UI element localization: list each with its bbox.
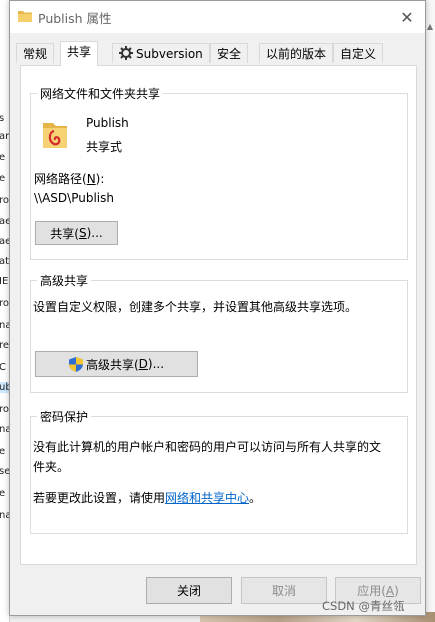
tab-general[interactable]: 常规 <box>16 43 55 63</box>
tab-previous-versions[interactable]: 以前的版本 <box>259 43 334 63</box>
button-text: ) <box>394 583 399 598</box>
password-description-line1: 没有此计算机的用户帐户和密码的用户可以访问与所有人共享的文 <box>33 440 382 454</box>
background-text-fragment: ro <box>0 298 10 309</box>
tab-sharing[interactable]: 共享 <box>60 41 99 66</box>
background-text-fragment: e <box>0 446 5 457</box>
background-text-fragment: IE <box>0 276 9 287</box>
accelerator-key: N <box>86 172 96 186</box>
accelerator-key: D <box>138 357 148 371</box>
background-text-fragment: re <box>0 340 10 351</box>
text: 若要更改此设置，请使用 <box>33 491 166 505</box>
title-bar: Publish 属性 ✕ <box>10 1 425 33</box>
tab-customize[interactable]: 自定义 <box>333 43 384 63</box>
tab-subversion[interactable]: Subversion <box>112 43 210 63</box>
label-text: ): <box>95 172 105 186</box>
advanced-share-group: 高级共享 设置自定义权限，创建多个共享，并设置其他高级共享选项。 高级共享(D)… <box>30 272 408 393</box>
background-text-fragment: C <box>0 362 6 373</box>
background-text-fragment: e <box>0 152 5 163</box>
network-path-value: \\ASD\Publish <box>34 191 114 205</box>
folder-status: 共享式 <box>86 140 123 154</box>
accelerator-key: A <box>385 583 395 598</box>
accelerator-key: S <box>78 226 87 240</box>
background-text-fragment: ro <box>0 195 10 206</box>
network-sharing-center-link[interactable]: 网络和共享中心 <box>165 491 249 505</box>
folder-icon <box>18 11 32 22</box>
tab-label: 常规 <box>23 47 48 61</box>
close-button[interactable]: ✕ <box>389 1 425 33</box>
button-text: 取消 <box>271 584 296 598</box>
button-text: )... <box>86 226 103 240</box>
background-text-fragment: e <box>0 173 5 184</box>
shared-folder-icon <box>43 123 67 148</box>
password-description-line2: 件夹。 <box>33 460 70 474</box>
advanced-share-button[interactable]: 高级共享(D)... <box>35 351 198 377</box>
button-text: 共享( <box>50 226 79 241</box>
close-dialog-button[interactable]: 关闭 <box>146 577 232 604</box>
scroll-up-icon: ▲ <box>426 22 434 31</box>
group-title: 网络文件和文件夹共享 <box>37 85 164 102</box>
tab-label: 自定义 <box>340 47 377 61</box>
button-text: )... <box>147 357 165 371</box>
tab-label: 共享 <box>67 45 92 59</box>
network-path-label: 网络路径(N): <box>34 170 104 187</box>
tab-label: 以前的版本 <box>266 47 327 61</box>
background-text-fragment: s <box>0 113 4 124</box>
background-text-fragment: ro <box>0 404 10 415</box>
tab-label: 安全 <box>217 47 242 61</box>
background-text-fragment: e <box>0 488 5 499</box>
button-text: 应用( <box>357 584 386 598</box>
tab-content-sharing: 网络文件和文件夹共享 Publish 共享式 网络路径(N): \\ASD\Pu… <box>20 65 417 565</box>
tab-security[interactable]: 安全 <box>210 43 249 63</box>
password-protection-group: 密码保护 没有此计算机的用户帐户和密码的用户可以访问与所有人共享的文 件夹。 若… <box>30 408 408 534</box>
window-title: Publish 属性 <box>38 11 112 26</box>
background-text-fragment: at <box>0 256 10 267</box>
uac-shield-icon <box>68 356 83 372</box>
advanced-share-description: 设置自定义权限，创建多个共享，并设置其他高级共享选项。 <box>33 300 358 314</box>
share-button[interactable]: 共享(S)... <box>35 221 118 245</box>
label-text: 网络路径( <box>34 172 87 186</box>
csdn-watermark: CSDN @青丝瓴 <box>322 599 405 613</box>
button-text: 关闭 <box>176 584 201 598</box>
tab-label: Subversion <box>136 47 203 61</box>
group-title: 高级共享 <box>37 272 92 289</box>
tab-bar: 常规 共享 Subversion 安全 以前的版本 自定义 <box>10 41 425 66</box>
network-share-group: 网络文件和文件夹共享 Publish 共享式 网络路径(N): \\ASD\Pu… <box>30 85 408 260</box>
password-change-text: 若要更改此设置，请使用网络和共享中心。 <box>33 489 261 506</box>
folder-name: Publish <box>86 116 129 130</box>
properties-dialog: Publish 属性 ✕ 常规 共享 Subversion 安全 以前的版本 自… <box>9 0 426 616</box>
group-title: 密码保护 <box>37 408 92 425</box>
cancel-button[interactable]: 取消 <box>241 577 327 604</box>
text: 。 <box>249 491 262 505</box>
button-text: 高级共享( <box>85 357 139 372</box>
background-text-fragment: ar <box>0 131 10 142</box>
close-icon: ✕ <box>400 7 414 27</box>
background-text-fragment: ub <box>0 382 9 393</box>
subversion-icon <box>119 46 133 60</box>
